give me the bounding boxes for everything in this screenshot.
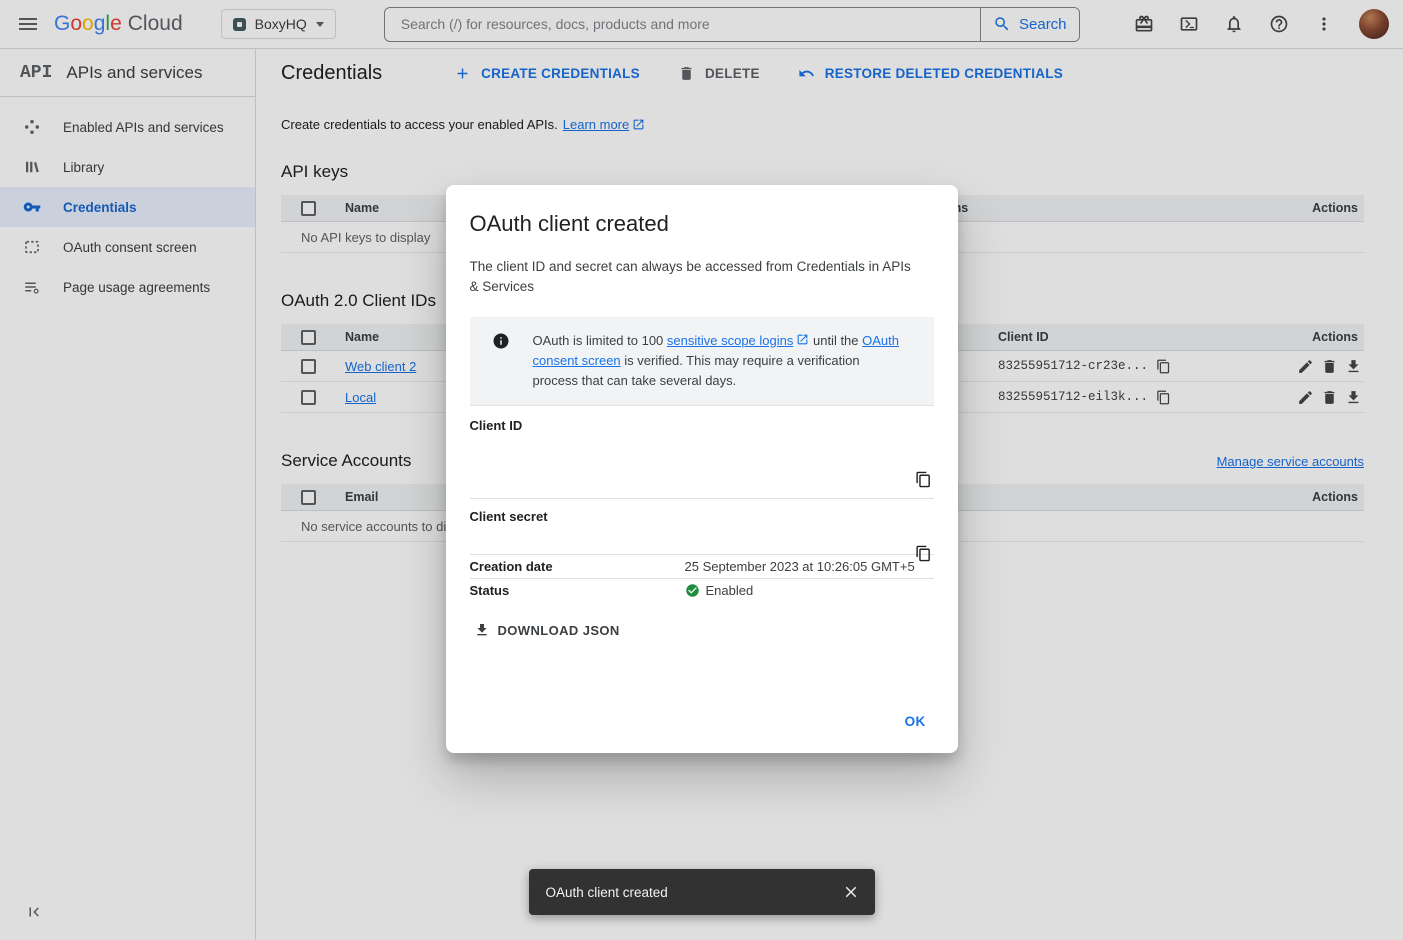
client-id-row: Client ID	[470, 405, 934, 498]
info-banner: OAuth is limited to 100 sensitive scope …	[470, 317, 934, 405]
oauth-client-created-dialog: OAuth client created The client ID and s…	[446, 185, 958, 753]
client-id-value-redacted	[685, 418, 934, 498]
dialog-description: The client ID and secret can always be a…	[470, 257, 920, 297]
download-icon	[474, 622, 490, 638]
download-json-button[interactable]: DOWNLOAD JSON	[470, 616, 628, 644]
snackbar-message: OAuth client created	[546, 885, 833, 900]
client-secret-label: Client secret	[470, 509, 685, 554]
copy-icon[interactable]	[915, 471, 932, 488]
check-circle-icon	[685, 583, 700, 598]
dialog-title: OAuth client created	[470, 211, 934, 237]
external-link-icon	[796, 333, 809, 346]
client-secret-value-redacted	[685, 509, 934, 554]
download-json-label: DOWNLOAD JSON	[498, 623, 620, 638]
close-icon[interactable]	[833, 874, 869, 910]
sensitive-scope-logins-link[interactable]: sensitive scope logins	[667, 333, 793, 348]
creation-date-label: Creation date	[470, 559, 685, 574]
info-text-1: OAuth is limited to 100	[533, 333, 667, 348]
status-label: Status	[470, 583, 685, 598]
ok-button[interactable]: OK	[895, 706, 936, 737]
snackbar: OAuth client created	[529, 869, 875, 915]
creation-date-row: Creation date 25 September 2023 at 10:26…	[470, 554, 934, 578]
info-text-2: until the	[809, 333, 862, 348]
client-id-label: Client ID	[470, 418, 685, 498]
app-root: GoogleCloud BoxyHQ Search	[0, 0, 1403, 940]
status-text: Enabled	[706, 583, 754, 598]
status-row: Status Enabled	[470, 578, 934, 602]
creation-date-value: 25 September 2023 at 10:26:05 GMT+5	[685, 559, 934, 574]
status-value: Enabled	[685, 583, 934, 598]
dialog-detail-rows: Client ID Client secret Creation date 25…	[470, 405, 934, 602]
info-banner-text: OAuth is limited to 100 sensitive scope …	[533, 331, 908, 391]
client-secret-row: Client secret	[470, 498, 934, 554]
info-icon	[492, 332, 510, 350]
